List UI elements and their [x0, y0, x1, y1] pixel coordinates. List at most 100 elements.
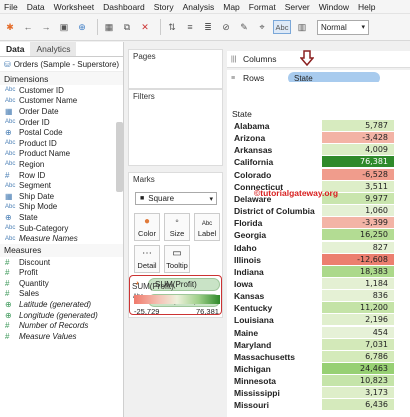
datasource-item[interactable]: ⛁ Orders (Sample - Superstore) [0, 57, 123, 72]
data-pane-scrollbar[interactable] [116, 122, 123, 192]
tab-analytics[interactable]: Analytics [30, 42, 77, 56]
field-item[interactable]: Abc Product Name [0, 149, 123, 160]
square-icon: ■ [140, 195, 145, 202]
table-row[interactable]: Idaho 827 [227, 241, 410, 253]
field-item[interactable]: Abc Product ID [0, 138, 123, 149]
table-row[interactable]: District of Columbia 1,060 [227, 205, 410, 217]
table-row[interactable]: Mississippi 3,173 [227, 387, 410, 399]
menu-analysis[interactable]: Analysis [183, 2, 215, 12]
table-row[interactable]: Iowa 1,184 [227, 277, 410, 289]
group-icon[interactable]: ⊘ [219, 20, 233, 34]
menu-map[interactable]: Map [223, 2, 240, 12]
menu-data[interactable]: Data [27, 2, 45, 12]
table-row[interactable]: California 76,381 [227, 156, 410, 168]
state-label: Michigan [234, 364, 271, 374]
forward-icon[interactable]: → [39, 20, 53, 34]
pin-icon[interactable]: ⌖ [255, 20, 269, 34]
sort-desc-icon[interactable]: ≣ [201, 20, 215, 34]
menu-format[interactable]: Format [249, 2, 276, 12]
menu-dashboard[interactable]: Dashboard [103, 2, 145, 12]
show-labels-button[interactable]: Abc [273, 20, 291, 34]
table-row[interactable]: Indiana 18,383 [227, 265, 410, 277]
table-row[interactable]: Michigan 24,463 [227, 363, 410, 374]
legend-gradient[interactable] [134, 295, 220, 304]
duplicate-icon[interactable]: ⧉ [120, 20, 134, 34]
field-item[interactable]: ▦ Order Date [0, 106, 123, 117]
table-row[interactable]: Missouri 6,436 [227, 399, 410, 411]
field-item[interactable]: Abc Customer Name [0, 96, 123, 107]
field-type-icon: Abc [5, 119, 16, 126]
state-label: Massachusetts [234, 351, 295, 362]
table-row[interactable]: Louisiana 2,196 [227, 314, 410, 326]
menu-server[interactable]: Server [285, 2, 310, 12]
detail-button[interactable]: ⋯ Detail [134, 245, 160, 273]
field-item[interactable]: # Discount [0, 257, 123, 268]
state-label: Idaho [234, 242, 257, 253]
clear-icon[interactable]: ✕ [138, 20, 152, 34]
field-name: Measure Names [19, 234, 78, 244]
field-item[interactable]: ▦ Ship Date [0, 191, 123, 202]
pages-card[interactable]: Pages [128, 49, 223, 89]
menu-help[interactable]: Help [358, 2, 375, 12]
menu-window[interactable]: Window [319, 2, 349, 12]
filters-card[interactable]: Filters [128, 89, 223, 166]
table-row[interactable]: Illinois -12,608 [227, 253, 410, 265]
table-row[interactable]: Minnesota 10,823 [227, 375, 410, 387]
table-row[interactable]: Florida -3,399 [227, 217, 410, 229]
field-item[interactable]: Abc Measure Names [0, 233, 123, 244]
back-icon[interactable]: ← [21, 20, 35, 34]
table-row[interactable]: Arkansas 4,009 [227, 144, 410, 156]
field-item[interactable]: ⊕ Latitude (generated) [0, 299, 123, 310]
field-item[interactable]: # Sales [0, 289, 123, 300]
profit-value: 4,009 [365, 145, 388, 155]
columns-shelf[interactable]: ||| Columns [227, 50, 410, 68]
mark-type-select[interactable]: ■ Square ▾ [135, 192, 217, 205]
table-row[interactable]: Kentucky 11,200 [227, 302, 410, 314]
sort-asc-icon[interactable]: ≡ [183, 20, 197, 34]
profit-value: 5,787 [365, 121, 388, 130]
field-item[interactable]: Abc Segment [0, 180, 123, 191]
tab-data[interactable]: Data [0, 42, 31, 56]
field-item[interactable]: # Measure Values [0, 331, 123, 342]
menu-file[interactable]: File [4, 2, 18, 12]
table-row[interactable]: Colorado -6,528 [227, 168, 410, 180]
field-item[interactable]: # Row ID [0, 170, 123, 181]
new-worksheet-icon[interactable]: ▦ [102, 20, 116, 34]
size-button[interactable]: ◦ Size [164, 213, 190, 241]
tableau-logo-icon[interactable]: ✱ [3, 20, 17, 34]
field-item[interactable]: Abc Sub-Category [0, 223, 123, 234]
field-item[interactable]: Abc Region [0, 159, 123, 170]
profit-value: 3,173 [365, 388, 388, 398]
state-label: Kansas [234, 291, 265, 302]
table-row[interactable]: Alabama 5,787 [227, 120, 410, 131]
highlight-icon[interactable]: ✎ [237, 20, 251, 34]
swap-icon[interactable]: ⇅ [165, 20, 179, 34]
field-item[interactable]: Abc Ship Mode [0, 202, 123, 213]
field-item[interactable]: ⊕ State [0, 212, 123, 223]
table-row[interactable]: Kansas 836 [227, 290, 410, 302]
table-row[interactable]: Maine 454 [227, 326, 410, 338]
menu-worksheet[interactable]: Worksheet [54, 2, 94, 12]
columns-label: Columns [243, 54, 277, 64]
label-button[interactable]: Abc Label [194, 213, 220, 241]
field-item[interactable]: Abc Customer ID [0, 85, 123, 96]
color-button[interactable]: ● Color [134, 213, 160, 241]
save-icon[interactable]: ▣ [57, 20, 71, 34]
table-row[interactable]: Georgia 16,250 [227, 229, 410, 241]
field-item[interactable]: ⊕ Longitude (generated) [0, 310, 123, 321]
table-row[interactable]: Maryland 7,031 [227, 338, 410, 350]
field-item[interactable]: # Profit [0, 268, 123, 279]
add-datasource-icon[interactable]: ⊕ [75, 20, 89, 34]
table-row[interactable]: Massachusetts 6,786 [227, 350, 410, 362]
toolbar: ✱ ← → ▣ ⊕ ▦ ⧉ ✕ ⇅ ≡ ≣ ⊘ ✎ ⌖ Abc ▥ Normal… [0, 14, 410, 41]
field-item[interactable]: Abc Order ID [0, 117, 123, 128]
show-me-icon[interactable]: ▥ [295, 20, 309, 34]
field-item[interactable]: ⊕ Postal Code [0, 127, 123, 138]
table-row[interactable]: Arizona -3,428 [227, 132, 410, 144]
fit-select[interactable]: Normal ▾ [317, 19, 369, 35]
state-label: Louisiana [234, 315, 274, 326]
field-item[interactable]: # Quantity [0, 278, 123, 289]
tooltip-button[interactable]: ▭ Tooltip [164, 245, 190, 273]
field-item[interactable]: # Number of Records [0, 320, 123, 331]
menu-story[interactable]: Story [154, 2, 174, 12]
